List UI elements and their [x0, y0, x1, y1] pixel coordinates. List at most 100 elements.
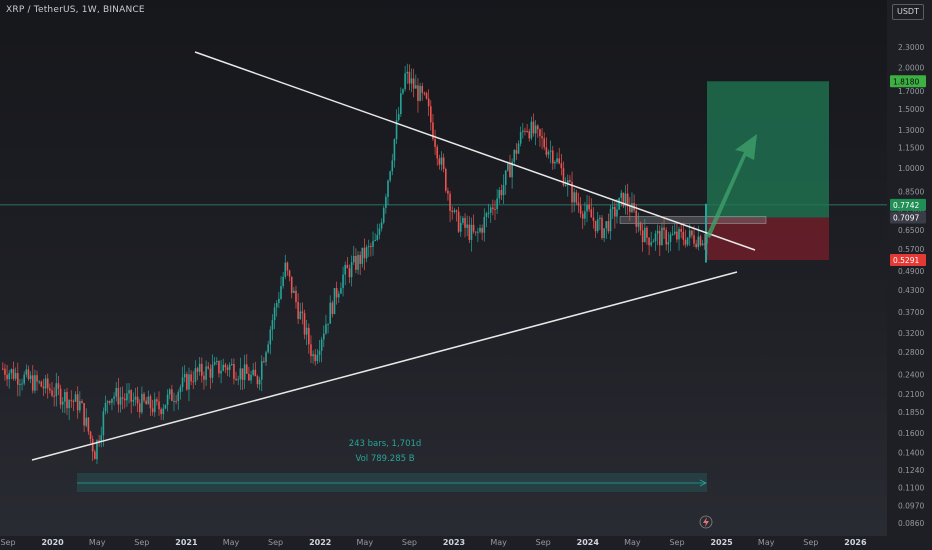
- candle-body: [226, 367, 229, 370]
- candle-body: [141, 393, 143, 413]
- candle-body: [541, 136, 543, 139]
- candle-body: [417, 85, 419, 101]
- candle-body: [220, 370, 222, 374]
- candle-body: [607, 221, 610, 232]
- candle-body: [162, 408, 165, 415]
- candle-body: [663, 227, 665, 231]
- candle-body: [31, 375, 34, 391]
- candle-body: [218, 361, 220, 374]
- candle-body: [485, 213, 488, 217]
- candle-body: [143, 393, 145, 401]
- candle-body: [156, 399, 158, 402]
- candle-body: [51, 390, 53, 396]
- candle-body: [109, 401, 111, 403]
- x-tick-label: Sep: [803, 538, 818, 547]
- candle-body: [335, 288, 338, 298]
- candle-body: [233, 364, 235, 379]
- candle-body: [138, 403, 141, 413]
- candle-body: [367, 246, 370, 248]
- candle-body: [385, 196, 387, 208]
- candle-body: [337, 293, 340, 298]
- candle-body: [151, 408, 154, 413]
- candle-body: [346, 264, 349, 269]
- candle-body: [263, 361, 265, 363]
- measure-range: [77, 473, 707, 492]
- candle-body: [502, 184, 505, 196]
- y-tick-label: 0.4300: [898, 286, 924, 295]
- candle-body: [404, 73, 406, 90]
- candle-body: [168, 389, 171, 395]
- candle-body: [618, 197, 620, 210]
- candle-body: [245, 364, 248, 374]
- target-price-tag: 1.8180: [893, 77, 919, 86]
- candle-body: [449, 193, 451, 211]
- candle-body: [59, 388, 62, 405]
- candle-body: [438, 158, 441, 165]
- candle-body: [290, 276, 293, 293]
- candle-body: [564, 185, 567, 187]
- candle-body: [374, 239, 376, 241]
- y-tick-label: 0.2400: [898, 370, 924, 379]
- candle-body: [34, 375, 36, 391]
- candle-body: [119, 397, 122, 405]
- candle-body: [203, 375, 205, 380]
- candle-body: [425, 93, 428, 99]
- x-tick-label: 2025: [710, 538, 733, 547]
- candle-body: [440, 157, 443, 165]
- candle-body: [457, 211, 460, 232]
- candle-body: [498, 190, 501, 199]
- candle-body: [579, 205, 582, 214]
- y-tick-label: 1.7000: [898, 87, 924, 96]
- candle-body: [243, 364, 246, 380]
- y-tick-label: 0.6500: [898, 226, 924, 235]
- candle-body: [479, 227, 481, 232]
- x-tick-label: Sep: [669, 538, 684, 547]
- candle-body: [111, 398, 113, 403]
- candle-body: [228, 364, 231, 370]
- candle-body: [85, 417, 88, 426]
- candle-body: [342, 274, 344, 289]
- candle-body: [357, 254, 359, 270]
- y-tick-label: 0.0860: [898, 519, 924, 528]
- candle-body: [665, 230, 667, 245]
- candle-body: [295, 290, 297, 303]
- candle-body: [650, 242, 653, 246]
- candle-body: [94, 451, 96, 460]
- candle-body: [42, 386, 45, 389]
- candle-body: [46, 378, 49, 389]
- candle-body: [641, 230, 644, 242]
- candle-body: [213, 362, 216, 365]
- candle-body: [406, 71, 409, 74]
- candle-body: [361, 247, 364, 264]
- candle-body: [532, 121, 535, 134]
- candle-body: [117, 388, 120, 405]
- candle-body: [639, 222, 642, 231]
- candle-body: [280, 286, 282, 299]
- candle-body: [423, 92, 426, 94]
- candle-body: [136, 396, 139, 404]
- candle-body: [331, 302, 334, 315]
- y-tick-label: 0.1400: [898, 449, 924, 458]
- chart-window: 2.3000 2.0000 1.7000 1.5000 1.3000 1.1500 1.00…: [0, 0, 932, 550]
- x-tick-label: May: [490, 538, 507, 547]
- candle-body: [609, 208, 612, 232]
- measure-bars-label: 243 bars, 1,701d: [349, 439, 422, 449]
- candle-body: [355, 255, 357, 270]
- candle-body: [68, 400, 70, 409]
- y-tick-label: 0.1600: [898, 429, 924, 438]
- candle-body: [222, 364, 225, 371]
- candle-body: [370, 246, 372, 248]
- candle-body: [239, 368, 242, 380]
- candle-body: [644, 227, 646, 242]
- price-chart[interactable]: 2.3000 2.0000 1.7000 1.5000 1.3000 1.1500 1.00…: [0, 0, 932, 550]
- candle-body: [599, 217, 601, 220]
- candle-body: [400, 93, 402, 115]
- currency-button[interactable]: USDT: [892, 4, 924, 20]
- candle-body: [496, 198, 498, 210]
- candle-body: [153, 399, 156, 413]
- candle-body: [235, 378, 237, 380]
- y-tick-label: 0.3200: [898, 329, 924, 338]
- x-tick-label: 2023: [443, 538, 465, 547]
- candle-body: [327, 323, 329, 325]
- x-tick-label: 2021: [175, 538, 198, 547]
